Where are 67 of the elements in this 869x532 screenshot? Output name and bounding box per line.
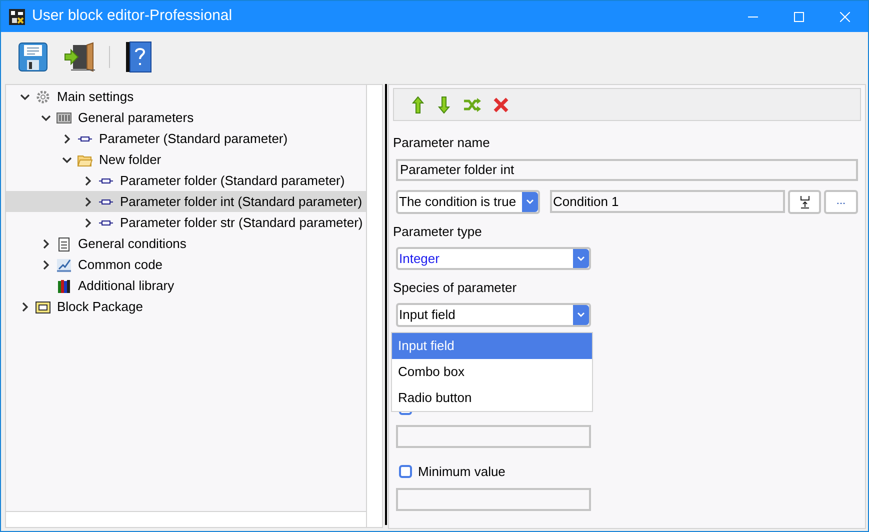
close-icon[interactable] [840, 12, 850, 22]
exit-button[interactable] [63, 40, 95, 72]
tree-item[interactable]: General conditions [6, 233, 366, 254]
arrow-up-icon[interactable] [411, 96, 425, 114]
gear-icon [35, 88, 51, 104]
tree-item-label: General parameters [78, 108, 194, 127]
field-label: Parameter name [393, 134, 491, 152]
horizontal-scrollbar[interactable] [6, 511, 367, 527]
save-button[interactable] [17, 40, 49, 72]
chevron-right-icon[interactable] [83, 176, 93, 186]
tree-item[interactable]: Parameter (Standard parameter) [6, 128, 366, 149]
tree-item[interactable]: Common code [6, 254, 366, 275]
clipboard-icon [56, 236, 72, 252]
app-icon [9, 8, 25, 24]
checkbox[interactable] [399, 465, 412, 478]
chevron-down-icon[interactable] [20, 92, 30, 102]
tree-item-label: Common code [78, 256, 163, 274]
condition-field[interactable]: Condition 1 [550, 190, 785, 213]
chevron-down-icon[interactable] [41, 112, 51, 122]
help-button[interactable] [124, 40, 154, 74]
chart-icon [56, 256, 72, 272]
value-field[interactable] [396, 424, 591, 448]
maximize-icon[interactable] [794, 12, 804, 22]
tree-item-label: General conditions [78, 234, 186, 253]
tree-item[interactable]: Main settings [6, 86, 366, 107]
insert-button[interactable] [788, 190, 821, 214]
tree-item-label: Parameter (Standard parameter) [99, 130, 288, 148]
value-field[interactable] [396, 488, 591, 510]
tree-item[interactable]: Parameter folder int (Standard parameter) [6, 191, 366, 212]
sliders-icon [56, 110, 72, 126]
window-title: User block editor-Professional [32, 6, 232, 26]
parameter-type-select[interactable]: Integer [396, 247, 591, 270]
tree-item[interactable]: Parameter folder str (Standard parameter) [6, 212, 366, 233]
tree-item[interactable]: Block Package [6, 296, 366, 317]
tree-item[interactable]: General parameters [6, 107, 366, 128]
tree-item-label: Parameter folder int (Standard parameter) [120, 192, 362, 211]
chevron-right-icon[interactable] [41, 260, 51, 270]
condition-select[interactable]: The condition is true [396, 190, 540, 214]
chevron-right-icon[interactable] [62, 134, 72, 144]
dropdown-option[interactable]: Combo box [392, 358, 592, 384]
delete-icon[interactable] [493, 96, 509, 112]
tree-item[interactable]: Additional library [6, 275, 366, 296]
chevron-right-icon[interactable] [83, 218, 93, 228]
checkbox-label: Minimum value [418, 462, 506, 481]
dropdown-option[interactable]: Radio button [392, 384, 592, 410]
chevron-right-icon[interactable] [83, 196, 93, 206]
parameter-name-field[interactable]: Parameter folder int [396, 158, 858, 180]
field-label: Species of parameter [393, 279, 518, 297]
books-icon [56, 278, 72, 294]
browse-button[interactable]: ... [824, 190, 858, 214]
insert-icon [800, 194, 810, 208]
tree-item-label: Main settings [57, 88, 134, 106]
tree-item-label: Parameter folder str (Standard parameter) [120, 214, 363, 232]
tree-item-label: Block Package [57, 298, 143, 316]
species-select[interactable]: Input field [396, 302, 591, 326]
tree-item[interactable]: Parameter folder (Standard parameter) [6, 170, 366, 191]
field-label: Parameter type [393, 222, 483, 241]
tree-item[interactable]: New folder [6, 149, 366, 170]
tree-item-label: Parameter folder (Standard parameter) [120, 172, 345, 190]
chevron-down-icon[interactable] [62, 154, 72, 164]
tree-item-label: Additional library [78, 276, 174, 295]
chevron-right-icon[interactable] [20, 302, 30, 312]
tree-item-label: New folder [99, 150, 162, 169]
package-icon [35, 298, 51, 314]
chevron-right-icon[interactable] [41, 238, 51, 248]
arrow-down-icon[interactable] [437, 96, 451, 114]
dropdown-option[interactable]: Input field [392, 332, 592, 358]
